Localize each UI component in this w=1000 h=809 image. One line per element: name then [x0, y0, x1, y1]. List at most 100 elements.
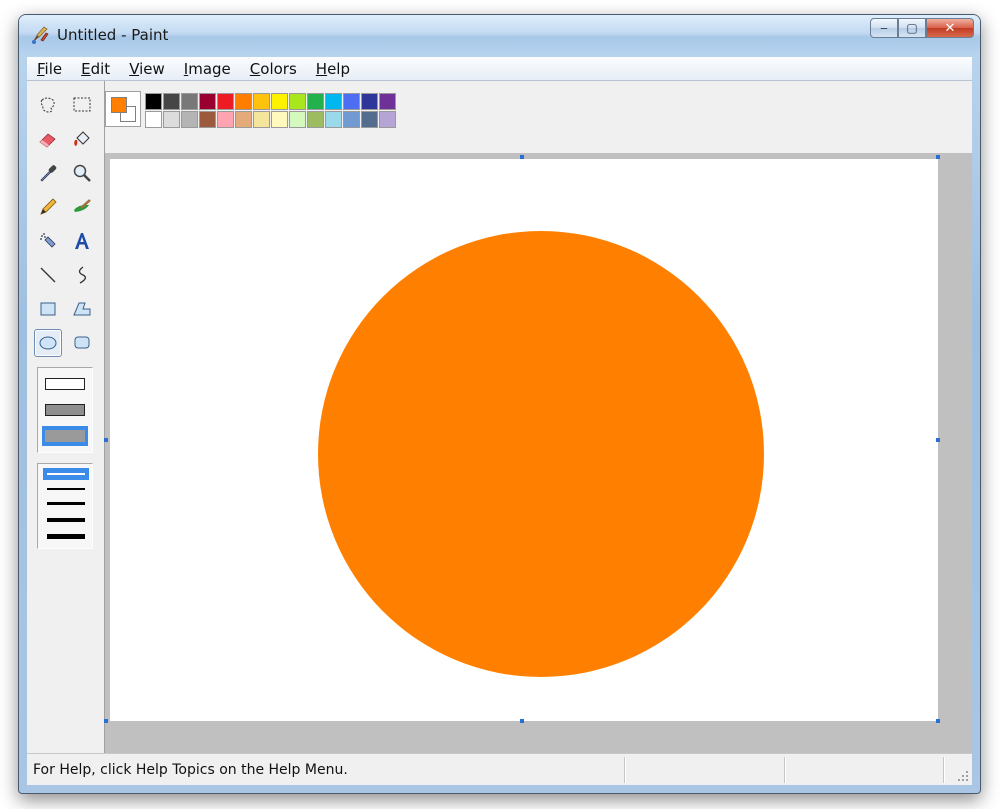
palette-swatch[interactable]	[361, 93, 378, 110]
title-bar[interactable]: Untitled - Paint ‒ ▢ ✕	[19, 15, 980, 55]
toolbox	[27, 81, 105, 753]
palette-swatch[interactable]	[253, 111, 270, 128]
fill-style-outline[interactable]	[42, 374, 88, 394]
line-width-2[interactable]	[43, 483, 89, 495]
palette-swatch[interactable]	[235, 111, 252, 128]
rounded-rectangle-tool[interactable]	[68, 329, 96, 357]
eraser-tool[interactable]	[34, 125, 62, 153]
palette-swatch[interactable]	[235, 93, 252, 110]
curve-tool[interactable]	[68, 261, 96, 289]
palette-swatch[interactable]	[379, 93, 396, 110]
menu-view[interactable]: View	[129, 60, 165, 78]
palette-swatch[interactable]	[181, 93, 198, 110]
canvas-scroll-area	[104, 153, 972, 753]
palette-swatch[interactable]	[325, 93, 342, 110]
line-tool[interactable]	[34, 261, 62, 289]
menu-file[interactable]: File	[37, 60, 62, 78]
palette-swatch[interactable]	[145, 93, 162, 110]
eraser-icon	[39, 133, 56, 148]
rectangle-tool[interactable]	[34, 295, 62, 323]
palette-swatch[interactable]	[289, 111, 306, 128]
palette-swatch[interactable]	[217, 93, 234, 110]
resize-grip-icon[interactable]	[956, 769, 970, 783]
curve-icon	[78, 266, 87, 284]
resize-handle-right[interactable]	[936, 438, 940, 442]
drawing-canvas[interactable]	[110, 159, 938, 721]
resize-handle-bottom[interactable]	[520, 719, 524, 723]
fill-style-outline-fill[interactable]	[42, 400, 88, 420]
menu-colors[interactable]: Colors	[250, 60, 297, 78]
minimize-icon: ‒	[880, 21, 888, 35]
palette-swatch[interactable]	[163, 111, 180, 128]
fill-with-color-tool[interactable]	[68, 125, 96, 153]
palette-swatch[interactable]	[343, 111, 360, 128]
palette-swatch[interactable]	[271, 93, 288, 110]
rounded-rectangle-icon	[74, 336, 90, 349]
line-width-4[interactable]	[43, 514, 89, 526]
palette-swatch[interactable]	[361, 111, 378, 128]
palette-swatch[interactable]	[199, 111, 216, 128]
palette-swatch[interactable]	[289, 93, 306, 110]
select-icon	[73, 97, 91, 112]
text-icon	[75, 233, 89, 249]
palette-swatch[interactable]	[253, 93, 270, 110]
palette-swatch[interactable]	[145, 111, 162, 128]
menu-help[interactable]: Help	[316, 60, 350, 78]
airbrush-icon	[40, 233, 56, 248]
status-divider	[784, 757, 785, 783]
ellipse-tool[interactable]	[34, 329, 62, 357]
line-width-3[interactable]	[43, 498, 89, 510]
window-title: Untitled - Paint	[57, 26, 169, 44]
paint-bucket-icon	[74, 131, 90, 146]
resize-handle-left	[104, 438, 108, 442]
palette-swatch[interactable]	[199, 93, 216, 110]
status-divider	[943, 757, 944, 783]
line-width-5[interactable]	[43, 530, 89, 544]
pick-color-tool[interactable]	[34, 159, 62, 187]
free-form-select-icon	[40, 97, 55, 113]
color-box	[105, 81, 972, 153]
brush-icon	[74, 199, 91, 212]
fill-style-options	[37, 367, 93, 453]
palette-swatch[interactable]	[271, 111, 288, 128]
line-icon	[40, 267, 56, 283]
maximize-button[interactable]: ▢	[898, 18, 926, 38]
pencil-icon	[40, 198, 57, 215]
close-button[interactable]: ✕	[926, 18, 974, 38]
fill-style-fill[interactable]	[42, 426, 88, 446]
polygon-tool[interactable]	[68, 295, 96, 323]
magnifier-tool[interactable]	[68, 159, 96, 187]
close-icon: ✕	[944, 20, 956, 36]
minimize-button[interactable]: ‒	[870, 18, 898, 38]
line-width-options	[37, 463, 93, 549]
menu-edit[interactable]: Edit	[81, 60, 110, 78]
ellipse-icon	[39, 336, 57, 350]
text-tool[interactable]	[68, 227, 96, 255]
select-tool[interactable]	[68, 91, 96, 119]
palette-swatch[interactable]	[307, 93, 324, 110]
line-width-1[interactable]	[43, 468, 89, 480]
palette-swatch[interactable]	[217, 111, 234, 128]
palette-swatch[interactable]	[325, 111, 342, 128]
menu-image[interactable]: Image	[184, 60, 231, 78]
eyedropper-icon	[40, 165, 57, 182]
brush-tool[interactable]	[68, 193, 96, 221]
palette-swatch[interactable]	[307, 111, 324, 128]
foreground-color-swatch[interactable]	[111, 97, 127, 113]
airbrush-tool[interactable]	[34, 227, 62, 255]
palette-swatch[interactable]	[181, 111, 198, 128]
free-form-select-tool[interactable]	[34, 91, 62, 119]
status-bar: For Help, click Help Topics on the Help …	[27, 753, 972, 785]
status-help-text: For Help, click Help Topics on the Help …	[33, 762, 348, 778]
status-divider	[624, 757, 625, 783]
resize-handle-bottom-right[interactable]	[936, 719, 940, 723]
window-controls: ‒ ▢ ✕	[870, 18, 974, 38]
palette-swatch[interactable]	[379, 111, 396, 128]
pencil-tool[interactable]	[34, 193, 62, 221]
current-colors[interactable]	[105, 91, 141, 127]
palette-swatch[interactable]	[163, 93, 180, 110]
resize-handle-bottom-left	[104, 719, 108, 723]
paint-app-icon[interactable]	[29, 24, 51, 46]
resize-handle-top	[520, 155, 524, 159]
palette-swatch[interactable]	[343, 93, 360, 110]
